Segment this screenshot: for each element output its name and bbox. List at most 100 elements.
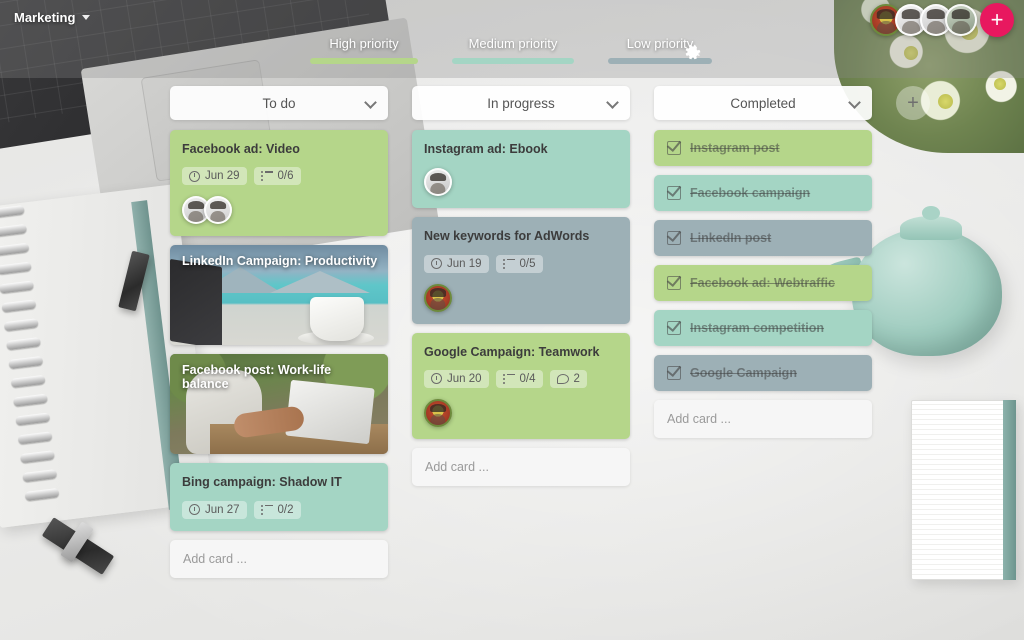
due-date-label: Jun 29 <box>205 170 240 183</box>
checked-checkbox-icon[interactable] <box>667 366 681 380</box>
avatar-hair <box>430 403 446 412</box>
checklist-icon <box>502 373 515 384</box>
card-title: New keywords for AdWords <box>424 229 590 244</box>
avatar-hair <box>951 9 971 19</box>
top-bar: Marketing High priority Medium priority Lo… <box>0 0 1024 78</box>
card-avatar-group <box>182 196 376 225</box>
completed-card[interactable]: Instagram competition <box>654 310 872 346</box>
column-title: Completed <box>730 95 796 111</box>
avatar[interactable] <box>424 283 452 312</box>
priority-filter-label: High priority <box>329 36 399 51</box>
card-title: Instagram post <box>690 141 780 155</box>
card-badges: Jun 20 0/4 2 <box>424 369 618 388</box>
checklist-badge[interactable]: 0/5 <box>495 254 543 273</box>
card-avatar-group <box>424 168 618 197</box>
card-title: Instagram ad: Ebook <box>424 142 548 156</box>
avatar-face <box>430 413 446 425</box>
due-date-label: Jun 27 <box>205 503 240 516</box>
avatar[interactable] <box>204 196 232 225</box>
card[interactable]: Facebook ad: Video Jun 29 0/6 <box>170 130 388 237</box>
card[interactable]: Instagram ad: Ebook <box>412 130 630 209</box>
comment-badge[interactable]: 2 <box>549 369 587 388</box>
add-card-input[interactable]: Add card ... <box>654 400 872 438</box>
avatar-face <box>210 211 226 223</box>
add-card-input[interactable]: Add card ... <box>412 447 630 486</box>
avatar[interactable] <box>945 4 977 36</box>
avatar-face <box>877 21 895 34</box>
completed-card[interactable]: Instagram post <box>654 130 872 166</box>
card-title: Facebook ad: Webtraffic <box>690 276 835 290</box>
card-badges: Jun 29 0/6 <box>182 167 376 186</box>
due-date-badge[interactable]: Jun 27 <box>182 500 247 519</box>
completed-card[interactable]: Google Campaign <box>654 355 872 391</box>
add-card-input[interactable]: Add card ... <box>170 539 388 578</box>
column-title: To do <box>262 95 296 111</box>
comment-icon <box>556 373 569 384</box>
avatar-face <box>430 298 446 310</box>
board-column: In progress Instagram ad: Ebook New keywo… <box>412 86 630 486</box>
card-title: Facebook post: Work-life balance <box>182 363 332 392</box>
comment-count-label: 2 <box>573 372 580 385</box>
board-title[interactable]: Marketing <box>14 10 91 25</box>
card-badges: Jun 19 0/5 <box>424 254 618 273</box>
due-date-badge[interactable]: Jun 19 <box>424 254 489 273</box>
priority-filter-medium[interactable]: Medium priority <box>452 36 574 64</box>
board-title-label: Marketing <box>14 10 76 25</box>
checklist-label: 0/4 <box>519 372 536 385</box>
column-header-to-do[interactable]: To do <box>170 86 388 120</box>
completed-card[interactable]: Facebook ad: Webtraffic <box>654 265 872 301</box>
chevron-down-icon <box>364 96 377 109</box>
checklist-badge[interactable]: 0/6 <box>253 167 301 186</box>
completed-card[interactable]: LinkedIn post <box>654 220 872 256</box>
completed-card[interactable]: Facebook campaign <box>654 175 872 211</box>
card-image[interactable]: LinkedIn Campaign: Productivity <box>170 245 388 346</box>
card[interactable]: New keywords for AdWords Jun 19 0/5 <box>412 217 630 324</box>
avatar-face <box>188 211 204 223</box>
add-column-button[interactable]: + <box>896 86 930 120</box>
due-date-badge[interactable]: Jun 20 <box>424 369 489 388</box>
card-title: Google Campaign <box>690 366 797 380</box>
chevron-down-icon <box>848 96 861 109</box>
checked-checkbox-icon[interactable] <box>667 141 681 155</box>
checked-checkbox-icon[interactable] <box>667 321 681 335</box>
avatar-face <box>927 21 945 34</box>
avatar-hair <box>188 201 204 210</box>
due-date-label: Jun 20 <box>447 372 482 385</box>
card[interactable]: Google Campaign: Teamwork Jun 20 0/4 2 <box>412 332 630 439</box>
priority-filter-group: High priority Medium priority Low priority <box>310 36 712 64</box>
avatar-face <box>902 21 920 34</box>
checklist-badge[interactable]: 0/4 <box>495 369 543 388</box>
avatar-hair <box>926 9 946 19</box>
card-title: Bing campaign: Shadow IT <box>182 475 342 490</box>
checklist-icon <box>502 258 515 269</box>
card[interactable]: Bing campaign: Shadow IT Jun 27 0/2 <box>170 463 388 531</box>
card-title: Google Campaign: Teamwork <box>424 344 600 359</box>
card-title: Facebook campaign <box>690 186 811 200</box>
chevron-down-icon <box>82 15 91 20</box>
avatar-face <box>952 21 970 34</box>
avatar[interactable] <box>424 398 452 427</box>
add-member-button[interactable]: + <box>980 3 1014 37</box>
checked-checkbox-icon[interactable] <box>667 186 681 200</box>
column-header-in-progress[interactable]: In progress <box>412 86 630 120</box>
avatar-hair <box>430 288 446 297</box>
checked-checkbox-icon[interactable] <box>667 276 681 290</box>
checklist-badge[interactable]: 0/2 <box>253 500 301 519</box>
checked-checkbox-icon[interactable] <box>667 231 681 245</box>
priority-filter-high[interactable]: High priority <box>310 36 418 64</box>
due-date-label: Jun 19 <box>447 257 482 270</box>
clock-icon <box>189 504 200 515</box>
board-column: Completed Instagram post Facebook campaign… <box>654 86 872 438</box>
gear-icon[interactable] <box>684 43 704 63</box>
board-column: To do Facebook ad: Video Jun 29 0/6 Link… <box>170 86 388 578</box>
due-date-badge[interactable]: Jun 29 <box>182 167 247 186</box>
checklist-label: 0/6 <box>277 170 294 183</box>
chevron-down-icon <box>606 96 619 109</box>
clock-icon <box>431 258 442 269</box>
card-image[interactable]: Facebook post: Work-life balance <box>170 354 388 455</box>
card-avatar-group <box>424 398 618 427</box>
column-header-completed[interactable]: Completed <box>654 86 872 120</box>
card-avatar-group <box>424 283 618 312</box>
avatar[interactable] <box>424 168 452 197</box>
priority-filter-label: Medium priority <box>468 36 558 51</box>
